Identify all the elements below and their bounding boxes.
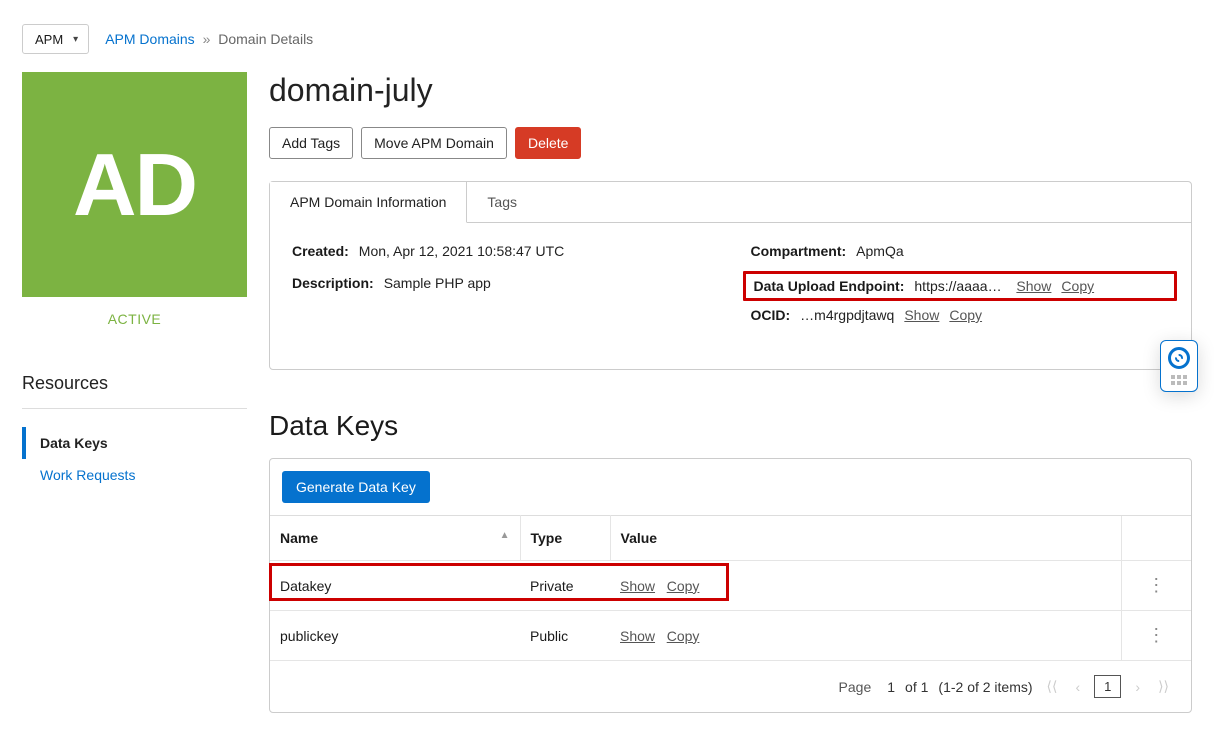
pager-next-button[interactable]: › (1131, 679, 1144, 695)
resources-nav: Data Keys Work Requests (22, 427, 247, 491)
pager-of: of 1 (905, 679, 928, 695)
avatar-initials: AD (73, 134, 196, 236)
row-actions[interactable]: ⋮ (1121, 561, 1191, 611)
info-created: Created: Mon, Apr 12, 2021 10:58:47 UTC (292, 243, 711, 259)
pager-page-label: Page (839, 679, 872, 695)
cell-type: Public (520, 611, 610, 661)
breadcrumb-separator: » (203, 31, 211, 47)
tab-tags[interactable]: Tags (467, 182, 537, 223)
info-desc-value: Sample PHP app (384, 275, 491, 291)
cell-type: Private (520, 561, 610, 611)
upload-copy-link[interactable]: Copy (1061, 278, 1094, 294)
breadcrumb-current: Domain Details (218, 31, 313, 47)
value-show-link[interactable]: Show (620, 628, 655, 644)
data-keys-panel: Generate Data Key Name ▲ Type Value (269, 458, 1192, 713)
cell-name: Datakey (270, 561, 520, 611)
kebab-icon[interactable]: ⋮ (1132, 575, 1182, 596)
floating-help-widget[interactable] (1160, 340, 1198, 392)
cell-name: publickey (270, 611, 520, 661)
value-copy-link[interactable]: Copy (667, 628, 700, 644)
service-selector[interactable]: APM ▾ (22, 24, 89, 54)
add-tags-button[interactable]: Add Tags (269, 127, 353, 159)
table-row: Datakey Private Show Copy ⋮ (270, 561, 1191, 611)
pager-first-button[interactable]: ⟨⟨ (1043, 678, 1062, 695)
service-selector-value: APM (35, 32, 63, 47)
tab-domain-info[interactable]: APM Domain Information (270, 182, 467, 223)
breadcrumb-root-link[interactable]: APM Domains (105, 31, 194, 47)
ocid-show-link[interactable]: Show (904, 307, 939, 323)
lifebuoy-icon (1168, 347, 1190, 369)
table-row: publickey Public Show Copy ⋮ (270, 611, 1191, 661)
move-domain-button[interactable]: Move APM Domain (361, 127, 507, 159)
info-ocid-label: OCID: (751, 307, 791, 323)
col-actions (1121, 516, 1191, 561)
info-desc-label: Description: (292, 275, 374, 291)
col-name-label: Name (280, 530, 318, 546)
info-ocid: OCID: …m4rgpdjtawq Show Copy (751, 307, 1170, 323)
info-upload-label: Data Upload Endpoint: (754, 278, 905, 294)
info-created-label: Created: (292, 243, 349, 259)
grid-icon (1171, 375, 1187, 385)
info-description: Description: Sample PHP app (292, 275, 711, 291)
row-actions[interactable]: ⋮ (1121, 611, 1191, 661)
cell-value: Show Copy (610, 611, 1121, 661)
value-copy-link[interactable]: Copy (667, 578, 700, 594)
pager-range: (1-2 of 2 items) (938, 679, 1032, 695)
kebab-icon[interactable]: ⋮ (1132, 625, 1182, 646)
delete-button[interactable]: Delete (515, 127, 581, 159)
sidebar-item-data-keys[interactable]: Data Keys (22, 427, 247, 459)
ocid-copy-link[interactable]: Copy (949, 307, 982, 323)
sort-asc-icon: ▲ (500, 530, 510, 541)
domain-avatar: AD (22, 72, 247, 297)
divider (22, 408, 247, 409)
info-created-value: Mon, Apr 12, 2021 10:58:47 UTC (359, 243, 564, 259)
data-keys-title: Data Keys (269, 410, 1192, 442)
upload-show-link[interactable]: Show (1016, 278, 1051, 294)
info-compartment: Compartment: ApmQa (751, 243, 1170, 259)
value-show-link[interactable]: Show (620, 578, 655, 594)
sidebar-item-label[interactable]: Data Keys (40, 435, 108, 451)
pager-current-page[interactable]: 1 (1094, 675, 1121, 698)
col-type[interactable]: Type (520, 516, 610, 561)
info-upload-endpoint: Data Upload Endpoint: https://aaaac… Sho… (754, 278, 1167, 294)
pager-last-button[interactable]: ⟩⟩ (1154, 678, 1173, 695)
info-ocid-value: …m4rgpdjtawq (800, 307, 894, 323)
status-badge: ACTIVE (22, 311, 247, 327)
col-name[interactable]: Name ▲ (270, 516, 520, 561)
generate-data-key-button[interactable]: Generate Data Key (282, 471, 430, 503)
sidebar-item-work-requests[interactable]: Work Requests (22, 459, 247, 491)
pagination: Page 1 of 1 (1-2 of 2 items) ⟨⟨ ‹ 1 › ⟩⟩ (270, 660, 1191, 712)
highlight-upload-endpoint: Data Upload Endpoint: https://aaaac… Sho… (743, 271, 1178, 301)
col-value[interactable]: Value (610, 516, 1121, 561)
cell-name-text: Datakey (280, 578, 331, 594)
info-comp-value: ApmQa (856, 243, 903, 259)
cell-value: Show Copy (610, 561, 1121, 611)
info-comp-label: Compartment: (751, 243, 847, 259)
breadcrumb: APM Domains » Domain Details (105, 31, 313, 47)
pager-prev-button[interactable]: ‹ (1071, 679, 1084, 695)
chevron-down-icon: ▾ (73, 34, 78, 45)
tab-filler (537, 182, 1191, 223)
info-panel: APM Domain Information Tags Created: Mon… (269, 181, 1192, 370)
info-upload-value: https://aaaac… (914, 278, 1006, 294)
pager-page-num: 1 (887, 679, 895, 695)
sidebar-item-label[interactable]: Work Requests (40, 467, 135, 483)
data-keys-table: Name ▲ Type Value Datakey Pri (270, 515, 1191, 660)
resources-title: Resources (22, 373, 247, 394)
page-title: domain-july (269, 72, 1192, 109)
